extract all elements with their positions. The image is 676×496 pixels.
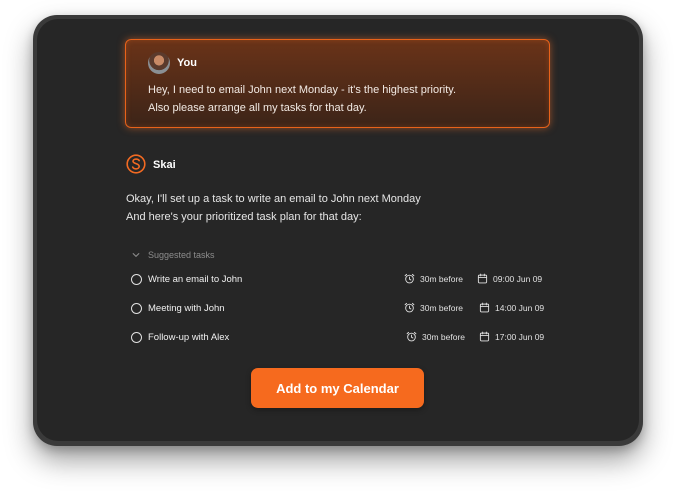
task-datetime[interactable]: 09:00 Jun 09: [477, 273, 542, 284]
assistant-message-line-1: Okay, I'll set up a task to write an ema…: [126, 193, 421, 205]
add-to-calendar-button[interactable]: Add to my Calendar: [251, 368, 424, 408]
task-row: Meeting with John 30m before 14:00 Jun 0…: [131, 301, 549, 317]
task-datetime-text: 17:00 Jun 09: [495, 331, 545, 342]
task-reminder-text: 30m before: [422, 331, 465, 342]
user-name: You: [177, 57, 197, 69]
chat-screen: You Hey, I need to email John next Monda…: [37, 19, 639, 441]
user-message-line-1: Hey, I need to email John next Monday - …: [148, 84, 457, 96]
task-checkbox[interactable]: [131, 332, 142, 343]
task-datetime[interactable]: 14:00 Jun 09: [479, 302, 544, 313]
task-checkbox[interactable]: [131, 274, 142, 285]
task-datetime-text: 09:00 Jun 09: [493, 273, 543, 284]
task-checkbox[interactable]: [131, 303, 142, 314]
calendar-icon: [477, 273, 488, 284]
task-reminder-text: 30m before: [420, 302, 463, 313]
task-datetime[interactable]: 17:00 Jun 09: [479, 331, 544, 342]
task-row: Write an email to John 30m before 09:00 …: [131, 272, 549, 288]
task-title: Follow-up with Alex: [148, 332, 230, 343]
task-title: Meeting with John: [148, 303, 225, 314]
alarm-clock-icon: [406, 331, 417, 342]
task-reminder[interactable]: 30m before: [404, 302, 463, 313]
user-avatar: [148, 52, 170, 74]
task-reminder[interactable]: 30m before: [404, 273, 463, 284]
calendar-icon: [479, 331, 490, 342]
user-message-card: You Hey, I need to email John next Monda…: [125, 39, 550, 128]
assistant-name: Skai: [153, 159, 176, 171]
calendar-icon: [479, 302, 490, 313]
suggested-tasks-label: Suggested tasks: [148, 250, 215, 260]
task-datetime-text: 14:00 Jun 09: [495, 302, 545, 313]
task-reminder[interactable]: 30m before: [406, 331, 465, 342]
task-title: Write an email to John: [148, 274, 243, 285]
chevron-down-icon: [132, 253, 140, 257]
suggested-tasks-toggle[interactable]: Suggested tasks: [132, 250, 215, 260]
alarm-clock-icon: [404, 273, 415, 284]
assistant-message-line-2: And here's your prioritized task plan fo…: [126, 211, 362, 223]
skai-logo-icon: [126, 154, 146, 174]
alarm-clock-icon: [404, 302, 415, 313]
task-row: Follow-up with Alex 30m before 17:00 Jun…: [131, 330, 549, 346]
task-reminder-text: 30m before: [420, 273, 463, 284]
user-message-line-2: Also please arrange all my tasks for tha…: [148, 102, 367, 114]
